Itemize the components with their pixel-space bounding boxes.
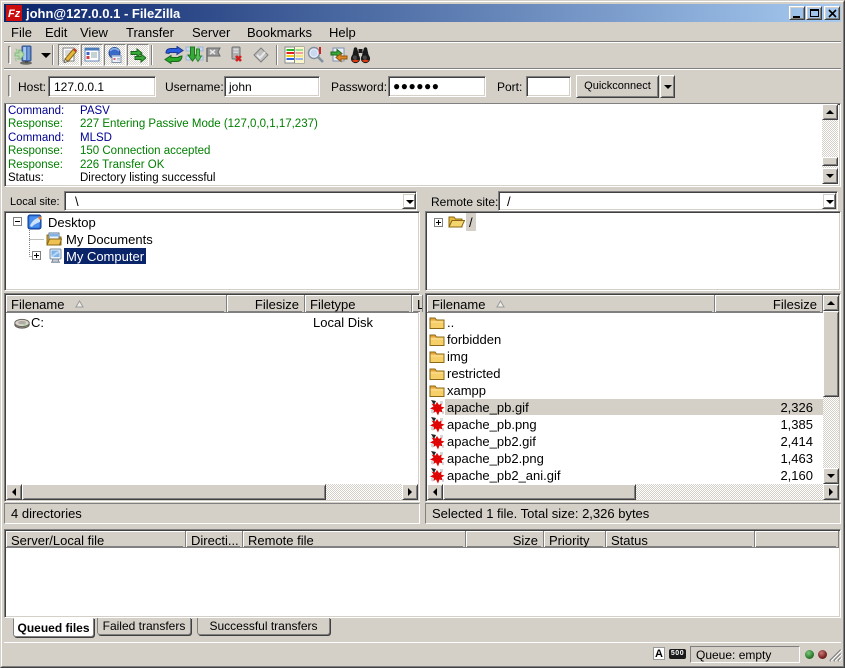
svg-text:Fz: Fz bbox=[8, 8, 21, 20]
